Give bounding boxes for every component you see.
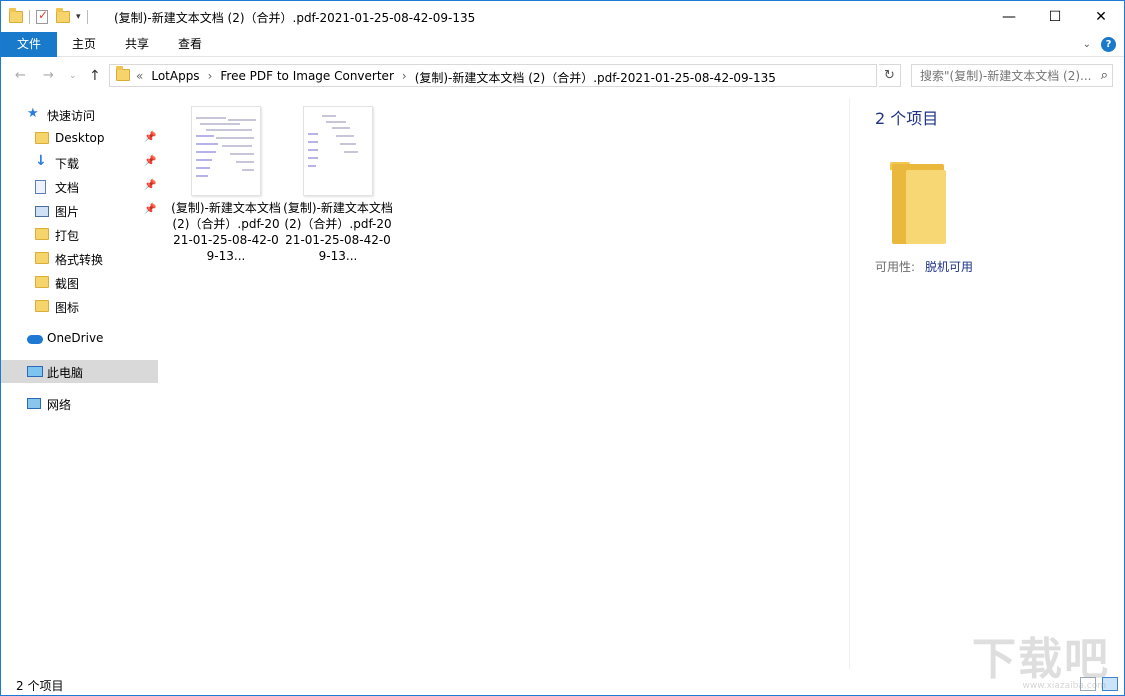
tab-view[interactable]: 查看 xyxy=(167,32,213,57)
star-icon: ★ xyxy=(27,106,39,121)
customize-toolbar-icon[interactable]: ▾ xyxy=(76,12,81,22)
tab-share[interactable]: 共享 xyxy=(114,32,160,57)
pin-icon[interactable]: 📌 xyxy=(144,156,156,167)
navigation-bar: ← → ⌄ ↑ « LotApps › Free PDF to Image Co… xyxy=(1,58,1124,94)
status-bar: 2 个项目 xyxy=(1,673,1124,695)
pin-icon[interactable]: 📌 xyxy=(144,204,156,215)
forward-icon[interactable]: → xyxy=(43,68,54,83)
breadcrumb-item[interactable]: LotApps xyxy=(151,69,199,86)
recent-locations-icon[interactable]: ⌄ xyxy=(69,71,77,81)
minimize-button[interactable]: — xyxy=(986,1,1032,32)
breadcrumb-overflow[interactable]: « xyxy=(136,69,143,86)
sidebar-item-downloads[interactable]: ↓ 下载 📌 xyxy=(1,151,158,174)
search-box[interactable]: ⌕ xyxy=(911,64,1113,87)
folder-icon xyxy=(35,228,49,240)
close-button[interactable]: ✕ xyxy=(1078,1,1124,32)
folder-icon xyxy=(35,252,49,264)
sidebar-item-label: 图标 xyxy=(55,301,80,315)
sidebar-item-label: 下载 xyxy=(55,157,80,171)
availability-value: 脱机可用 xyxy=(925,260,974,274)
file-name[interactable]: (复制)-新建文本文档 (2)（合并）.pdf-2021-01-25-08-42… xyxy=(283,200,393,264)
sidebar-item-this-pc[interactable]: 此电脑 xyxy=(1,360,158,383)
folder-icon xyxy=(35,300,49,312)
toolbar-divider xyxy=(86,10,88,24)
folder-icon xyxy=(890,162,946,244)
breadcrumb-item[interactable]: (复制)-新建文本文档 (2)（合并）.pdf-2021-01-25-08-42… xyxy=(415,69,776,86)
item-count-heading: 2 个项目 xyxy=(875,109,939,128)
file-thumbnail[interactable] xyxy=(303,106,373,196)
watermark-logo: 下载吧 xyxy=(972,634,1110,685)
computer-icon xyxy=(27,366,43,377)
tab-home[interactable]: 主页 xyxy=(61,32,107,57)
maximize-button[interactable]: ☐ xyxy=(1032,1,1078,32)
sidebar-item-label: 截图 xyxy=(55,277,80,291)
sidebar-item-network[interactable]: 网络 xyxy=(1,392,158,415)
new-folder-icon[interactable] xyxy=(56,8,70,23)
window-title: (复制)-新建文本文档 (2)（合并）.pdf-2021-01-25-08-42… xyxy=(114,11,476,25)
sidebar-item-label: 文档 xyxy=(55,181,80,195)
watermark-url: www.xiazaiba.com xyxy=(1022,681,1106,691)
breadcrumb-separator[interactable]: › xyxy=(208,69,213,86)
breadcrumb-separator[interactable]: › xyxy=(402,69,407,86)
network-icon xyxy=(27,398,41,409)
sidebar-item-screenshots[interactable]: 截图 xyxy=(1,271,158,294)
availability-label: 可用性: xyxy=(875,260,916,274)
title-bar: ▾ (复制)-新建文本文档 (2)（合并）.pdf-2021-01-25-08-… xyxy=(1,1,1124,32)
sidebar-item-label: 图片 xyxy=(55,205,80,219)
help-icon[interactable]: ? xyxy=(1101,37,1116,52)
navigation-pane: ★ 快速访问 Desktop 📌 ↓ 下载 📌 文档 📌 图片 📌 打包 格式转… xyxy=(1,98,159,669)
cloud-icon xyxy=(27,335,43,344)
sidebar-item-label: Desktop xyxy=(55,131,105,145)
document-icon xyxy=(35,180,46,194)
file-thumbnail[interactable] xyxy=(191,106,261,196)
breadcrumb-item[interactable]: Free PDF to Image Converter xyxy=(220,69,394,86)
breadcrumb: « LotApps › Free PDF to Image Converter … xyxy=(136,69,776,86)
picture-icon xyxy=(35,206,49,217)
tab-file[interactable]: 文件 xyxy=(1,32,57,57)
folder-icon xyxy=(116,66,130,81)
folder-icon xyxy=(35,132,49,144)
sidebar-item-label: 此电脑 xyxy=(47,366,84,380)
folder-icon xyxy=(9,8,23,23)
up-icon[interactable]: ↑ xyxy=(89,68,101,84)
search-input[interactable] xyxy=(912,65,1092,86)
download-icon: ↓ xyxy=(35,153,47,169)
folder-icon xyxy=(35,276,49,288)
back-icon[interactable]: ← xyxy=(15,68,26,83)
sidebar-item-documents[interactable]: 文档 📌 xyxy=(1,175,158,198)
properties-icon[interactable] xyxy=(36,8,48,24)
file-list[interactable]: (复制)-新建文本文档 (2)（合并）.pdf-2021-01-25-08-42… xyxy=(161,98,849,669)
sidebar-item-desktop[interactable]: Desktop 📌 xyxy=(1,127,158,150)
sidebar-item-quick-access[interactable]: ★ 快速访问 xyxy=(1,103,158,126)
address-bar[interactable]: « LotApps › Free PDF to Image Converter … xyxy=(109,64,976,87)
sidebar-item-pictures[interactable]: 图片 📌 xyxy=(1,199,158,222)
search-icon[interactable]: ⌕ xyxy=(1101,68,1108,83)
expand-ribbon-icon[interactable]: ⌄ xyxy=(1083,39,1091,50)
file-item[interactable]: (复制)-新建文本文档 (2)（合并）.pdf-2021-01-25-08-42… xyxy=(171,104,281,274)
explorer-window: ▾ (复制)-新建文本文档 (2)（合并）.pdf-2021-01-25-08-… xyxy=(0,0,1125,696)
pin-icon[interactable]: 📌 xyxy=(144,132,156,143)
quick-access-toolbar: ▾ xyxy=(9,8,94,26)
sidebar-item-icons[interactable]: 图标 xyxy=(1,295,158,318)
ribbon-right: ⌄ ? xyxy=(1083,37,1116,52)
sidebar-item-onedrive[interactable]: OneDrive xyxy=(1,327,158,350)
file-name[interactable]: (复制)-新建文本文档 (2)（合并）.pdf-2021-01-25-08-42… xyxy=(171,200,281,264)
status-item-count: 2 个项目 xyxy=(16,679,64,693)
sidebar-item-format-convert[interactable]: 格式转换 xyxy=(1,247,158,270)
file-item[interactable]: (复制)-新建文本文档 (2)（合并）.pdf-2021-01-25-08-42… xyxy=(283,104,393,274)
sidebar-item-package[interactable]: 打包 xyxy=(1,223,158,246)
vertical-scrollbar[interactable] xyxy=(1107,98,1124,669)
window-controls: — ☐ ✕ xyxy=(986,1,1124,32)
toolbar-divider xyxy=(29,10,30,24)
sidebar-item-label: 打包 xyxy=(55,229,80,243)
ribbon-tabs: 文件 主页 共享 查看 ⌄ ? xyxy=(1,32,1124,57)
details-pane: 2 个项目 可用性: 脱机可用 xyxy=(849,98,1124,669)
sidebar-item-label: 快速访问 xyxy=(47,109,96,123)
pin-icon[interactable]: 📌 xyxy=(144,180,156,191)
sidebar-item-label: OneDrive xyxy=(47,331,104,345)
sidebar-item-label: 网络 xyxy=(47,398,72,412)
refresh-button[interactable]: ↻ xyxy=(879,64,901,87)
sidebar-item-label: 格式转换 xyxy=(55,253,104,267)
